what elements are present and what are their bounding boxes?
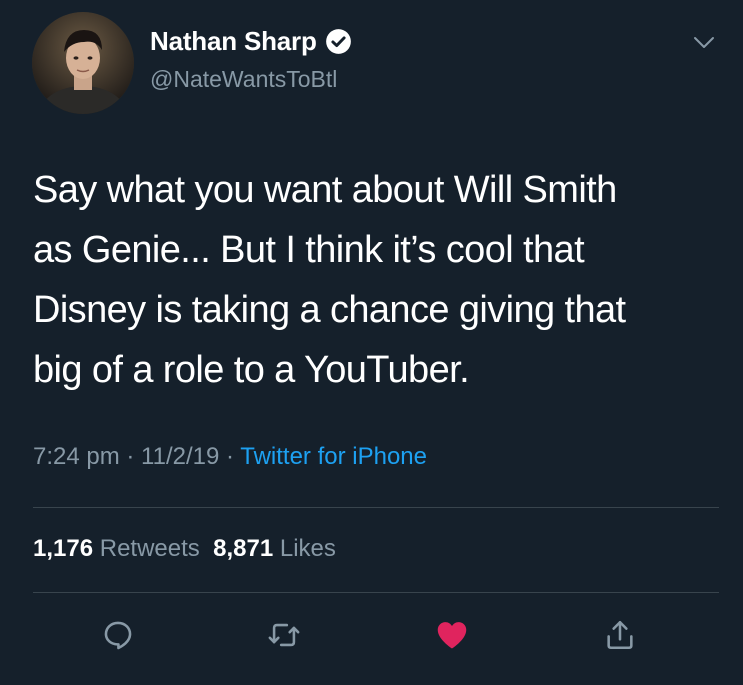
likes-stat[interactable]: 8,871 Likes (213, 535, 336, 562)
tweet-meta: 7:24 pm · 11/2/19 · Twitter for iPhone (33, 443, 427, 471)
share-icon (607, 620, 633, 650)
tweet-actions (0, 615, 743, 661)
divider (33, 507, 719, 508)
likes-label: Likes (279, 535, 336, 562)
tweet-date: 11/2/19 (141, 443, 220, 470)
retweets-count: 1,176 (33, 535, 94, 562)
retweet-button[interactable] (264, 615, 304, 655)
likes-count: 8,871 (213, 535, 274, 562)
retweet-icon (268, 623, 300, 647)
tweet-source-link[interactable]: Twitter for iPhone (240, 443, 427, 470)
meta-separator: · (219, 443, 241, 470)
tweet-stats: 1,176 Retweets 8,871 Likes (33, 535, 336, 563)
verified-badge-icon (325, 28, 352, 55)
tweet-text: Say what you want about Will Smith as Ge… (33, 169, 626, 391)
meta-separator: · (119, 443, 142, 470)
author-name-row[interactable]: Nathan Sharp (150, 26, 352, 57)
like-icon (437, 622, 467, 649)
chevron-down-icon[interactable] (693, 36, 715, 50)
retweets-stat[interactable]: 1,176 Retweets (33, 535, 200, 562)
avatar[interactable] (32, 12, 134, 114)
author-handle[interactable]: @NateWantsToBtl (150, 66, 337, 93)
divider (33, 592, 719, 593)
retweets-label: Retweets (99, 535, 200, 562)
tweet-time: 7:24 pm (33, 443, 120, 470)
like-button[interactable] (432, 615, 472, 655)
reply-button[interactable] (98, 615, 138, 655)
share-button[interactable] (600, 615, 640, 655)
author-display-name[interactable]: Nathan Sharp (150, 26, 317, 57)
reply-icon (104, 621, 132, 650)
